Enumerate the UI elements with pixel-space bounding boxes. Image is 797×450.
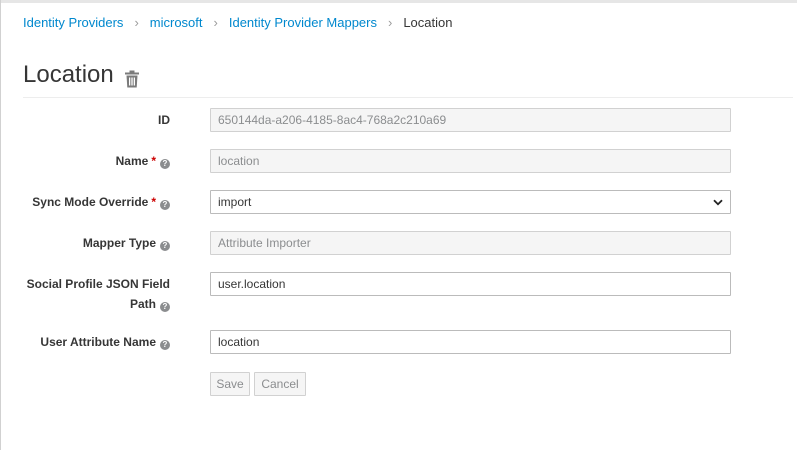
json-field-path-label-line1: Social Profile JSON Field — [26, 277, 170, 291]
user-attribute-label-text: User Attribute Name — [40, 335, 156, 349]
id-field[interactable]: 650144da-a206-4185-8ac4-768a2c210a69 — [210, 108, 731, 132]
help-icon[interactable]: ? — [160, 159, 170, 169]
json-field-path-input[interactable] — [210, 272, 731, 296]
breadcrumb-separator: › — [134, 15, 139, 30]
breadcrumb-separator: › — [387, 15, 393, 30]
mapper-type-label: Mapper Type? — [83, 233, 170, 253]
save-button[interactable]: Save — [210, 372, 250, 396]
id-label: ID — [158, 110, 170, 130]
sync-mode-selected-value: import — [218, 195, 252, 209]
name-field[interactable]: location — [210, 149, 731, 173]
required-marker: * — [151, 195, 156, 209]
id-label-text: ID — [158, 113, 170, 127]
sync-mode-label-text: Sync Mode Override — [32, 195, 149, 209]
json-field-path-label: Social Profile JSON Field Path? — [27, 274, 170, 314]
top-border — [0, 0, 797, 3]
chevron-down-icon — [713, 199, 723, 205]
help-icon[interactable]: ? — [160, 200, 170, 210]
sync-mode-select[interactable]: import — [210, 190, 731, 214]
breadcrumb-current: Location — [403, 15, 453, 30]
trash-icon[interactable] — [124, 66, 140, 88]
page-title-container: Location — [23, 60, 140, 90]
breadcrumb-separator: › — [213, 15, 218, 30]
breadcrumb-identity-provider-mappers[interactable]: Identity Provider Mappers — [229, 14, 377, 32]
required-marker: * — [151, 154, 156, 168]
left-border — [0, 0, 1, 450]
user-attribute-input[interactable] — [210, 330, 731, 354]
help-icon[interactable]: ? — [160, 241, 170, 251]
help-icon[interactable]: ? — [160, 302, 170, 312]
breadcrumb: Identity Providers › microsoft › Identit… — [23, 14, 452, 32]
sync-mode-label: Sync Mode Override *? — [32, 192, 170, 212]
mapper-type-field[interactable]: Attribute Importer — [210, 231, 731, 255]
breadcrumb-identity-providers[interactable]: Identity Providers — [23, 14, 123, 32]
page-title: Location — [23, 61, 114, 88]
breadcrumb-microsoft[interactable]: microsoft — [150, 14, 203, 32]
json-field-path-label-line2: Path — [129, 297, 156, 311]
mapper-type-label-text: Mapper Type — [82, 236, 156, 250]
name-label-text: Name — [115, 154, 149, 168]
user-attribute-label: User Attribute Name? — [40, 332, 170, 352]
cancel-button[interactable]: Cancel — [254, 372, 306, 396]
title-divider — [23, 97, 793, 98]
name-label: Name *? — [116, 151, 170, 171]
help-icon[interactable]: ? — [160, 340, 170, 350]
